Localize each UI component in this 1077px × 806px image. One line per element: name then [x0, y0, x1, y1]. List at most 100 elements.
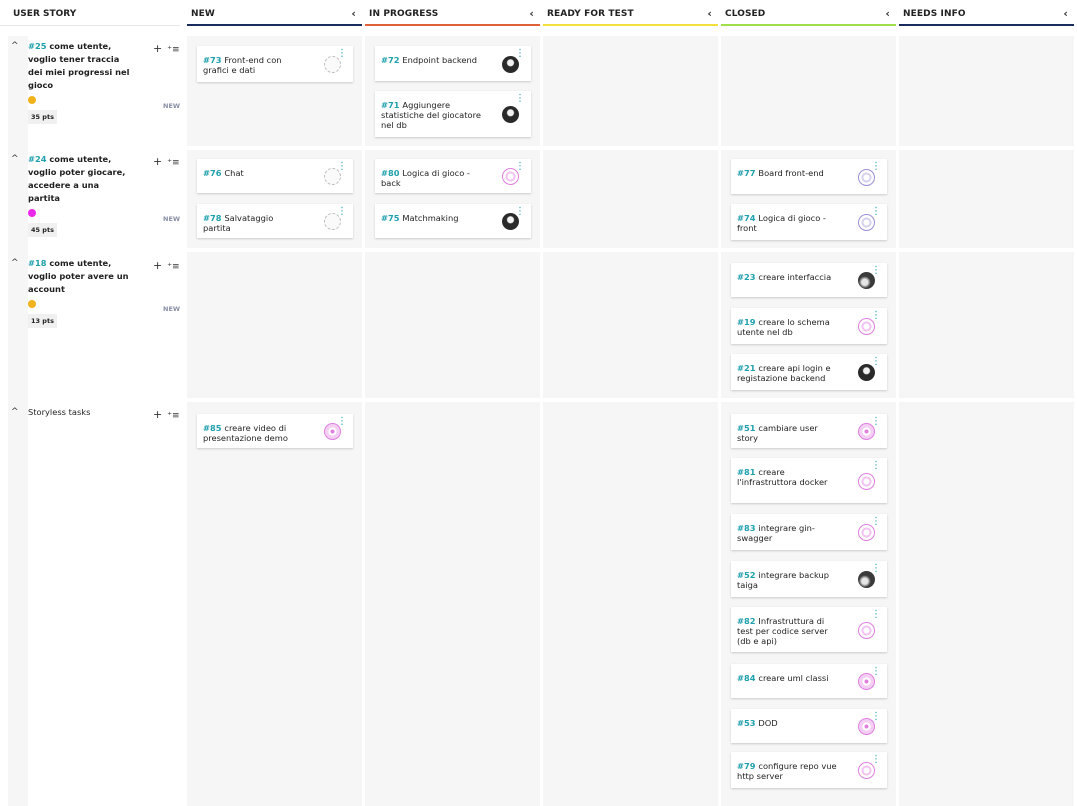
assignee-avatar[interactable] — [858, 169, 875, 186]
task-card[interactable]: #85 creare video di presentazione demo ⋮ — [197, 414, 353, 448]
assignee-avatar[interactable] — [858, 272, 875, 289]
assignee-avatar[interactable] — [502, 106, 519, 123]
task-ref[interactable]: #75 — [381, 213, 402, 223]
task-card[interactable]: #77 Board front-end ⋮ — [731, 159, 887, 194]
task-ref[interactable]: #80 — [381, 168, 402, 178]
task-card[interactable]: #78 Salvataggio partita ⋮ — [197, 204, 353, 238]
assignee-avatar[interactable] — [324, 423, 341, 440]
assignee-avatar[interactable] — [324, 213, 341, 230]
task-ref[interactable]: #74 — [737, 213, 758, 223]
task-card[interactable]: #80 Logica di gioco - back ⋮ — [375, 159, 531, 193]
collapse-story-icon[interactable]: ^ — [11, 41, 19, 51]
task-ref[interactable]: #82 — [737, 616, 758, 626]
assignee-avatar[interactable] — [502, 213, 519, 230]
task-ref[interactable]: #83 — [737, 523, 758, 533]
task-menu-icon[interactable]: ⋮ — [871, 610, 881, 620]
assignee-avatar[interactable] — [858, 364, 875, 381]
user-story-title[interactable]: Storyless tasks — [28, 406, 132, 419]
collapse-column-icon[interactable]: ‹ — [1063, 7, 1068, 20]
user-story-ref[interactable]: #18 — [28, 258, 49, 268]
task-ref[interactable]: #79 — [737, 761, 758, 771]
collapse-story-icon[interactable]: ^ — [11, 258, 19, 268]
assignee-avatar[interactable] — [858, 673, 875, 690]
user-story-title[interactable]: #18 come utente, voglio poter avere un a… — [28, 257, 132, 296]
task-card[interactable]: #72 Endpoint backend ⋮ — [375, 46, 531, 81]
add-bulk-tasks-icon[interactable]: ⁺≡ — [167, 45, 179, 55]
assignee-avatar[interactable] — [502, 168, 519, 185]
add-bulk-tasks-icon[interactable]: ⁺≡ — [167, 411, 179, 421]
task-menu-icon[interactable]: ⋮ — [871, 311, 881, 321]
story-status-label[interactable]: NEW — [163, 305, 180, 313]
task-card[interactable]: #19 creare lo schema utente nel db ⋮ — [731, 308, 887, 344]
task-menu-icon[interactable]: ⋮ — [871, 207, 881, 217]
assignee-avatar[interactable] — [858, 214, 875, 231]
task-card[interactable]: #82 Infrastruttura di test per codice se… — [731, 607, 887, 652]
task-ref[interactable]: #72 — [381, 55, 402, 65]
assignee-avatar[interactable] — [858, 762, 875, 779]
task-card[interactable]: #53 DOD ⋮ — [731, 709, 887, 743]
collapse-column-icon[interactable]: ‹ — [885, 7, 890, 20]
task-card[interactable]: #73 Front-end con grafici e dati ⋮ — [197, 46, 353, 82]
task-ref[interactable]: #52 — [737, 570, 758, 580]
assignee-avatar[interactable] — [324, 168, 341, 185]
collapse-story-icon[interactable]: ^ — [11, 407, 19, 417]
user-story-title[interactable]: #25 come utente, voglio tener traccia de… — [28, 40, 132, 92]
task-card[interactable]: #75 Matchmaking ⋮ — [375, 204, 531, 238]
task-card[interactable]: #71 Aggiungere statistiche del giocatore… — [375, 91, 531, 137]
task-ref[interactable]: #73 — [203, 55, 224, 65]
task-card[interactable]: #76 Chat ⋮ — [197, 159, 353, 193]
task-card[interactable]: #83 integrare gin-swagger ⋮ — [731, 514, 887, 550]
task-card[interactable]: #84 creare uml classi ⋮ — [731, 664, 887, 698]
add-task-icon[interactable]: + — [153, 42, 162, 55]
task-menu-icon[interactable]: ⋮ — [871, 564, 881, 574]
collapse-column-icon[interactable]: ‹ — [529, 7, 534, 20]
task-card[interactable]: #51 cambiare user story ⋮ — [731, 414, 887, 448]
assignee-avatar[interactable] — [324, 56, 341, 73]
assignee-avatar[interactable] — [858, 571, 875, 588]
task-menu-icon[interactable]: ⋮ — [871, 162, 881, 172]
story-status-label[interactable]: NEW — [163, 102, 180, 110]
task-ref[interactable]: #19 — [737, 317, 758, 327]
task-card[interactable]: #23 creare interfaccia ⋮ — [731, 263, 887, 297]
story-status-label[interactable]: NEW — [163, 215, 180, 223]
task-menu-icon[interactable]: ⋮ — [871, 461, 881, 471]
task-menu-icon[interactable]: ⋮ — [515, 49, 525, 59]
task-card[interactable]: #74 Logica di gioco - front ⋮ — [731, 204, 887, 240]
task-card[interactable]: #52 integrare backup taiga ⋮ — [731, 561, 887, 597]
add-bulk-tasks-icon[interactable]: ⁺≡ — [167, 262, 179, 272]
task-ref[interactable]: #84 — [737, 673, 758, 683]
task-menu-icon[interactable]: ⋮ — [337, 49, 347, 59]
task-card[interactable]: #79 configure repo vue http server ⋮ — [731, 752, 887, 788]
assignee-avatar[interactable] — [858, 423, 875, 440]
add-task-icon[interactable]: + — [153, 408, 162, 421]
collapse-column-icon[interactable]: ‹ — [351, 7, 356, 20]
assignee-avatar[interactable] — [858, 524, 875, 541]
task-ref[interactable]: #23 — [737, 272, 758, 282]
user-story-ref[interactable]: #25 — [28, 41, 49, 51]
collapse-column-icon[interactable]: ‹ — [707, 7, 712, 20]
add-task-icon[interactable]: + — [153, 155, 162, 168]
add-bulk-tasks-icon[interactable]: ⁺≡ — [167, 158, 179, 168]
user-story-ref[interactable]: #24 — [28, 154, 49, 164]
task-ref[interactable]: #77 — [737, 168, 758, 178]
assignee-avatar[interactable] — [858, 318, 875, 335]
collapse-story-icon[interactable]: ^ — [11, 154, 19, 164]
task-card[interactable]: #21 creare api login e registazione back… — [731, 354, 887, 390]
task-ref[interactable]: #71 — [381, 100, 402, 110]
task-ref[interactable]: #85 — [203, 423, 224, 433]
assignee-avatar[interactable] — [858, 718, 875, 735]
assignee-avatar[interactable] — [502, 56, 519, 73]
assignee-avatar[interactable] — [858, 622, 875, 639]
task-menu-icon[interactable]: ⋮ — [515, 94, 525, 104]
task-menu-icon[interactable]: ⋮ — [871, 517, 881, 527]
user-story-title[interactable]: #24 come utente, voglio poter giocare, a… — [28, 153, 132, 205]
add-task-icon[interactable]: + — [153, 259, 162, 272]
task-ref[interactable]: #78 — [203, 213, 224, 223]
task-card[interactable]: #81 creare l'infrastruttora docker ⋮ — [731, 458, 887, 503]
task-menu-icon[interactable]: ⋮ — [871, 755, 881, 765]
task-menu-icon[interactable]: ⋮ — [871, 357, 881, 367]
task-ref[interactable]: #53 — [737, 718, 758, 728]
assignee-avatar[interactable] — [858, 473, 875, 490]
task-ref[interactable]: #21 — [737, 363, 758, 373]
task-ref[interactable]: #81 — [737, 467, 758, 477]
